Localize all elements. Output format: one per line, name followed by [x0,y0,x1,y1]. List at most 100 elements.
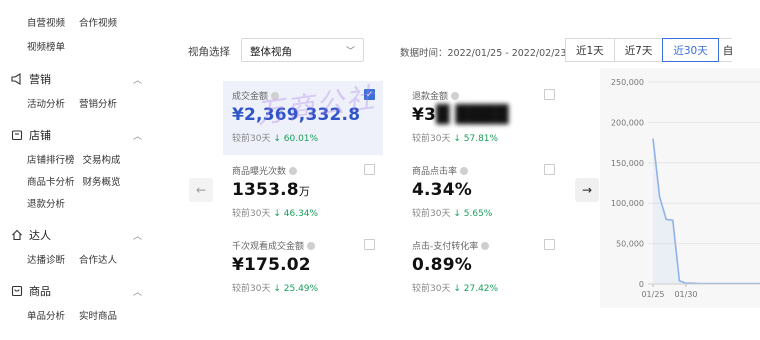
down-arrow-icon: ↓ [453,284,461,294]
metric-card-refund[interactable]: 退款金额 ¥3█ ████ 较前30天 ↓ 57.81% [403,81,563,155]
sidebar-item-store-rank[interactable]: 店铺排行榜 [27,152,75,166]
carousel-next-button[interactable]: → [575,178,599,202]
sidebar-item-marketing-analysis[interactable]: 营销分析 [79,96,117,110]
sidebar-group-title: 店铺 [29,129,51,142]
megaphone-icon [10,73,23,86]
date-range-text: 数据时间：2022/01/25 - 2022/02/23 [400,48,567,59]
y-tick-label: 100,000 [611,199,644,208]
view-select-label: 视角选择 [188,46,230,58]
y-tick-label: 150,000 [611,159,644,168]
chevron-up-icon: ︿ [132,287,142,298]
metric-value: 0.89% [412,255,472,275]
trend-chart: 250,000 200,000 150,000 100,000 50,000 001/25… [611,78,760,299]
sidebar-row-influencer: 达播诊断 合作达人 [27,252,117,266]
y-tick-label: 200,000 [611,118,644,127]
sidebar-row-video-rank: 视频榜单 [27,39,65,53]
sidebar-group-title: 达人 [29,229,51,242]
chevron-up-icon: ︿ [132,75,142,86]
arrow-right-icon: → [581,183,593,197]
metric-label: 千次观看成交金额 [232,242,305,252]
range-button-group: 近1天 近7天 近30天 自 [565,38,732,62]
sidebar-row-store-3: 退款分析 [27,196,65,210]
arrow-left-icon: ← [195,183,207,197]
metric-compare: 较前30天 ↓ 46.34% [232,209,319,219]
chevron-up-icon: ︿ [132,131,142,142]
sidebar-item-live-diagnosis[interactable]: 达播诊断 [27,252,65,266]
metric-label: 点击-支付转化率 [412,242,479,252]
metric-compare: 较前30天 ↓ 57.81% [412,134,499,144]
blurred-value: █ ████ [436,105,509,125]
metric-checkbox[interactable] [364,239,375,250]
sidebar-group-product[interactable]: 商品 ︿ [10,283,142,299]
range-1d-button[interactable]: 近1天 [565,38,615,62]
sidebar-group-marketing[interactable]: 营销 ︿ [10,71,142,87]
metric-compare: 较前30天 ↓ 25.49% [232,284,319,294]
metric-card-exposure[interactable]: 商品曝光次数 1353.8万 较前30天 ↓ 46.34% [223,156,383,230]
metric-label: 退款金额 [412,92,449,102]
sidebar-item-finance[interactable]: 财务概览 [83,174,121,188]
metric-value: ¥3█ ████ [412,105,509,125]
sidebar-item-coop-video[interactable]: 合作视频 [79,15,117,29]
help-icon[interactable] [289,166,298,175]
sidebar-group-influencer[interactable]: 达人 ︿ [10,227,142,243]
metric-value: ¥175.02 [232,255,311,275]
sidebar-item-video-rank[interactable]: 视频榜单 [27,39,65,53]
sidebar-row-store-1: 店铺排行榜 交易构成 [27,152,121,166]
metric-card-ctr[interactable]: 商品点击率 4.34% 较前30天 ↓ 5.65% [403,156,563,230]
view-select[interactable]: 整体视角 ﹀ [241,38,364,62]
metric-card-gpm[interactable]: 千次观看成交金额 ¥175.02 较前30天 ↓ 25.49% [223,231,383,305]
range-7d-button[interactable]: 近7天 [613,38,664,62]
down-arrow-icon: ↓ [273,209,281,219]
sidebar-item-own-video[interactable]: 自营视频 [27,15,65,29]
series-area [653,138,713,284]
sidebar-item-trade[interactable]: 交易构成 [83,152,121,166]
sidebar-row-product: 单品分析 实时商品 [27,308,117,322]
down-arrow-icon: ↓ [273,134,281,144]
sidebar-item-single-product[interactable]: 单品分析 [27,308,65,322]
box-icon [10,285,23,298]
metric-label: 商品点击率 [412,167,458,177]
chevron-down-icon: ﹀ [345,47,355,57]
metric-compare: 较前30天 ↓ 27.42% [412,284,499,294]
down-arrow-icon: ↓ [453,134,461,144]
help-icon[interactable] [460,166,469,175]
sidebar-row-marketing: 活动分析 营销分析 [27,96,117,110]
metric-checkbox[interactable] [544,164,555,175]
x-tick-label: 01/30 [674,290,697,299]
y-tick-label: 250,000 [611,78,644,87]
help-icon[interactable] [451,91,460,100]
sidebar-item-coop-influencer[interactable]: 合作达人 [79,252,117,266]
view-select-value: 整体视角 [250,46,292,58]
help-icon[interactable] [307,241,316,250]
sidebar-item-activity[interactable]: 活动分析 [27,96,65,110]
sidebar-group-title: 商品 [29,285,51,298]
y-tick-label: 50,000 [616,240,644,249]
sidebar: 自营视频 合作视频 视频榜单 营销 ︿ 活动分析 营销分析 店铺 ︿ 店铺排行榜… [0,0,165,340]
carousel-prev-button[interactable]: ← [189,178,213,202]
metric-compare: 较前30天 ↓ 60.01% [232,134,319,144]
sidebar-item-product-card[interactable]: 商品卡分析 [27,174,75,188]
x-tick-label: 01/25 [641,290,664,299]
metric-value: 1353.8万 [232,180,311,200]
metric-value: 4.34% [412,180,472,200]
range-custom-button[interactable]: 自 [717,38,732,62]
sidebar-item-realtime-product[interactable]: 实时商品 [79,308,117,322]
down-arrow-icon: ↓ [273,284,281,294]
metric-checkbox[interactable] [364,164,375,175]
y-tick-label: 0 [639,280,644,289]
down-arrow-icon: ↓ [453,209,461,219]
chevron-up-icon: ︿ [132,231,142,242]
sidebar-item-refund[interactable]: 退款分析 [27,196,65,210]
store-icon [10,129,23,142]
metric-label: 商品曝光次数 [232,167,287,177]
sidebar-group-title: 营销 [29,73,51,86]
sidebar-row-store-2: 商品卡分析 财务概览 [27,174,121,188]
metric-checkbox[interactable] [544,239,555,250]
metric-checkbox[interactable] [544,89,555,100]
metric-compare: 较前30天 ↓ 5.65% [412,209,493,219]
range-30d-button[interactable]: 近30天 [662,38,719,62]
metric-card-conversion[interactable]: 点击-支付转化率 0.89% 较前30天 ↓ 27.42% [403,231,563,305]
sidebar-row-video: 自营视频 合作视频 [27,15,117,29]
sidebar-group-store[interactable]: 店铺 ︿ [10,127,142,143]
help-icon[interactable] [481,241,490,250]
